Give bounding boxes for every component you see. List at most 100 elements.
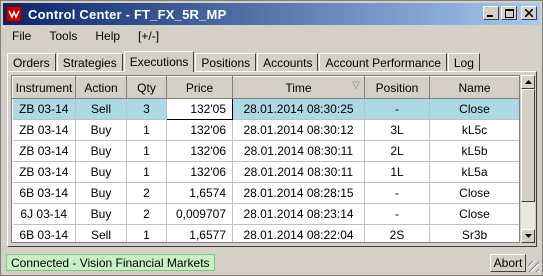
tab-orders[interactable]: Orders [7,53,56,71]
cell-name: Sr3b [429,224,519,242]
window-title: Control Center - FT_FX_5R_MP [28,6,227,22]
col-header-instrument[interactable]: Instrument [12,76,76,99]
table-row[interactable]: ZB 03-14 Buy 1 132'06 28.01.2014 08:30:1… [12,140,519,162]
cell-action: Buy [75,119,127,141]
cell-qty: 1 [126,140,167,162]
minimize-icon [487,15,493,17]
col-header-qty[interactable]: Qty [126,76,167,99]
close-icon [525,9,533,17]
cell-time: 28.01.2014 08:30:11 [232,161,365,183]
cell-instrument: ZB 03-14 [12,161,76,183]
menu-help[interactable]: Help [86,29,129,43]
vertical-scrollbar[interactable] [521,75,535,243]
cell-time: 28.01.2014 08:30:12 [232,119,365,141]
tab-positions[interactable]: Positions [195,53,257,71]
cell-position: 2L [364,140,430,162]
cell-time: 28.01.2014 08:30:11 [232,140,365,162]
col-header-action[interactable]: Action [75,76,127,99]
close-button[interactable] [521,6,537,20]
connection-status: Connected - Vision Financial Markets [6,254,215,271]
tab-account-performance[interactable]: Account Performance [319,53,447,71]
cell-action: Sell [75,98,127,120]
menu-toggle[interactable]: [+/-] [129,29,168,43]
status-bar: Connected - Vision Financial Markets Abo… [3,253,540,273]
scroll-thumb[interactable] [521,89,535,202]
tab-accounts[interactable]: Accounts [257,53,319,71]
cell-qty: 1 [126,224,167,242]
vision-logo-icon [6,6,22,22]
col-header-time-label: Time [285,80,312,95]
cell-position: 1L [364,161,430,183]
cell-price: 1,6577 [166,224,233,242]
col-header-time[interactable]: Time ▽ [232,76,365,99]
cell-price: 0,009707 [166,203,233,225]
cell-qty: 2 [126,182,167,204]
cell-name: kL5a [429,161,519,183]
cell-price: 132'06 [166,140,233,162]
cell-price: 1,6574 [166,182,233,204]
cell-qty: 3 [126,98,167,120]
table-row[interactable]: 6J 03-14 Buy 2 0,009707 28.01.2014 08:23… [12,203,519,225]
cell-qty: 2 [126,203,167,225]
col-header-price[interactable]: Price [166,76,233,99]
cell-name: kL5b [429,140,519,162]
table-row[interactable]: ZB 03-14 Buy 1 132'06 28.01.2014 08:30:1… [12,119,519,141]
cell-action: Buy [75,161,127,183]
tab-log[interactable]: Log [447,53,480,71]
cell-action: Buy [75,203,127,225]
maximize-button[interactable] [501,6,517,20]
resize-grip-icon[interactable] [528,261,539,272]
cell-time: 28.01.2014 08:30:25 [232,98,365,120]
cell-name: Close [429,98,519,120]
cell-price: 132'06 [166,119,233,141]
cell-instrument: 6B 03-14 [12,182,76,204]
cell-instrument: 6B 03-14 [12,224,76,242]
executions-panel: Instrument Action Qty Price Time ▽ Positi… [7,71,537,247]
maximize-icon [504,8,514,18]
cell-instrument: ZB 03-14 [12,119,76,141]
menu-file[interactable]: File [3,29,40,43]
cell-instrument: ZB 03-14 [12,98,76,120]
header-row: Instrument Action Qty Price Time ▽ Positi… [12,76,519,99]
cell-name: kL5c [429,119,519,141]
table-row[interactable]: 6B 03-14 Sell 1 1,6577 28.01.2014 08:22:… [12,224,519,242]
scroll-up-icon [524,80,532,84]
cell-name: Close [429,203,519,225]
cell-action: Buy [75,140,127,162]
cell-qty: 1 [126,161,167,183]
cell-qty: 1 [126,119,167,141]
minimize-button[interactable] [483,6,499,20]
cell-instrument: ZB 03-14 [12,140,76,162]
cell-action: Sell [75,224,127,242]
executions-grid: Instrument Action Qty Price Time ▽ Positi… [11,75,520,243]
cell-position: 3L [364,119,430,141]
cell-instrument: 6J 03-14 [12,203,76,225]
cell-position: 2S [364,224,430,242]
cell-position: - [364,203,430,225]
cell-name: Close [429,182,519,204]
cell-position: - [364,182,430,204]
col-header-name[interactable]: Name [429,76,519,99]
col-header-position[interactable]: Position [364,76,430,99]
scroll-down-icon [524,234,532,238]
tab-strip: Orders Strategies Executions Positions A… [7,51,481,72]
cell-time: 28.01.2014 08:22:04 [232,224,365,242]
sort-descending-icon: ▽ [352,80,360,91]
cell-price: 132'06 [166,161,233,183]
cell-position: - [364,98,430,120]
table-row[interactable]: 6B 03-14 Buy 2 1,6574 28.01.2014 08:28:1… [12,182,519,204]
menu-bar: File Tools Help [+/-] [3,26,168,46]
scroll-down-button[interactable] [521,229,535,243]
cell-time: 28.01.2014 08:28:15 [232,182,365,204]
scroll-up-button[interactable] [521,75,535,89]
title-bar[interactable]: Control Center - FT_FX_5R_MP [3,3,540,25]
tab-strategies[interactable]: Strategies [56,53,123,71]
menu-tools[interactable]: Tools [40,29,86,43]
cell-action: Buy [75,182,127,204]
abort-button[interactable]: Abort [490,254,526,272]
table-row[interactable]: ZB 03-14 Buy 1 132'06 28.01.2014 08:30:1… [12,161,519,183]
table-row[interactable]: ZB 03-14 Sell 3 132'05 28.01.2014 08:30:… [12,98,519,120]
tab-executions[interactable]: Executions [123,51,195,72]
cell-price: 132'05 [166,98,233,120]
control-center-window: Control Center - FT_FX_5R_MP File Tools … [0,0,543,276]
